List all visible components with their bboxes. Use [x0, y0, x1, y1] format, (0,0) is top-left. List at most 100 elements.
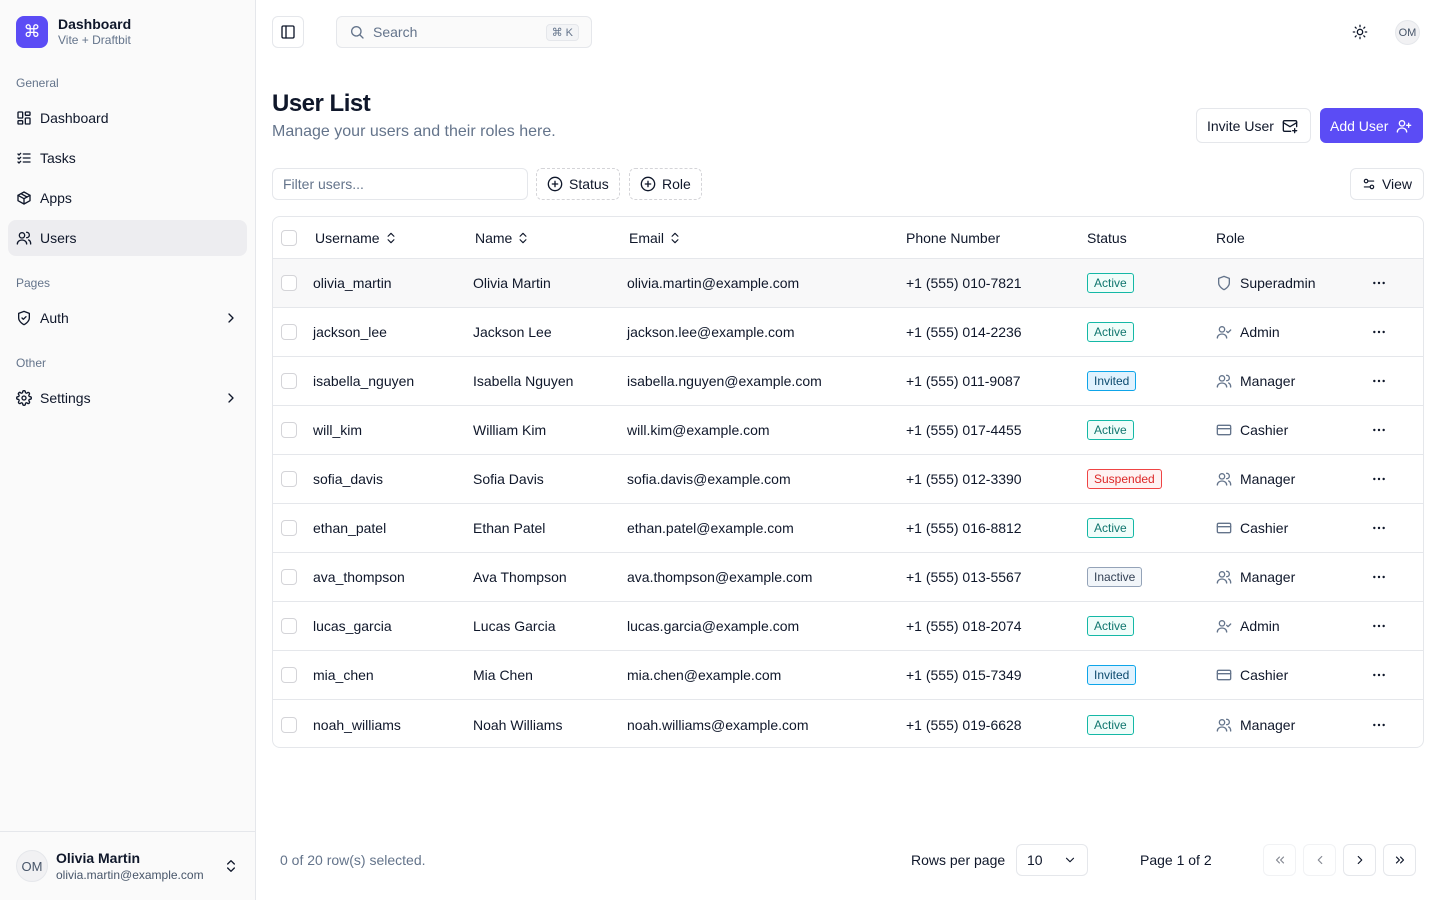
table-row[interactable]: isabella_nguyen Isabella Nguyen isabella.n…: [273, 357, 1423, 406]
account-switcher[interactable]: OM Olivia Martin olivia.martin@example.c…: [0, 831, 255, 900]
brand-title: Dashboard: [58, 16, 132, 32]
table-row[interactable]: ethan_patel Ethan Patel ethan.patel@exampl…: [273, 504, 1423, 553]
row-actions-button[interactable]: [1367, 614, 1391, 638]
column-header-email[interactable]: Email: [629, 217, 682, 258]
search-shortcut: ⌘ K: [545, 23, 579, 41]
column-header-username[interactable]: Username: [315, 217, 398, 258]
sidebar-item-dashboard[interactable]: Dashboard: [8, 100, 247, 136]
sidebar-item-users[interactable]: Users: [8, 220, 247, 256]
cell-username: olivia_martin: [313, 275, 392, 291]
search-icon: [351, 26, 364, 39]
row-checkbox[interactable]: [281, 618, 297, 634]
filter-users-input[interactable]: [272, 168, 528, 200]
row-actions-button[interactable]: [1367, 271, 1391, 295]
next-page-button[interactable]: [1343, 844, 1376, 876]
row-actions-button[interactable]: [1367, 418, 1391, 442]
row-actions-cell: [1367, 308, 1391, 356]
row-checkbox[interactable]: [281, 324, 297, 340]
row-checkbox[interactable]: [281, 569, 297, 585]
nav-group-pages: Pages: [16, 276, 51, 290]
table-header: Username Name Email Phone Number Status …: [273, 217, 1423, 259]
search-input[interactable]: Search ⌘ K: [336, 16, 592, 48]
row-checkbox[interactable]: [281, 471, 297, 487]
table-row[interactable]: will_kim William Kim will.kim@example.com +…: [273, 406, 1423, 455]
sidebar-item-settings[interactable]: Settings: [8, 380, 247, 416]
table-row[interactable]: noah_williams Noah Williams noah.williams@…: [273, 700, 1423, 747]
gear-icon: [16, 390, 32, 406]
cell-role: Cashier: [1216, 651, 1288, 699]
plus-circle-icon: [640, 176, 656, 192]
sidebar-item-apps[interactable]: Apps: [8, 180, 247, 216]
first-page-button[interactable]: [1263, 844, 1296, 876]
cell-phone: +1 (555) 013-5567: [906, 569, 1022, 585]
view-options-button[interactable]: View: [1350, 168, 1424, 200]
cell-name: Lucas Garcia: [473, 618, 556, 634]
row-checkbox[interactable]: [281, 520, 297, 536]
table-row[interactable]: lucas_garcia Lucas Garcia lucas.garcia@exa…: [273, 602, 1423, 651]
user-plus-icon: [1397, 119, 1412, 133]
row-checkbox[interactable]: [281, 667, 297, 683]
status-filter-button[interactable]: Status: [536, 168, 620, 200]
row-checkbox[interactable]: [281, 716, 297, 733]
row-actions-button[interactable]: [1367, 467, 1391, 491]
row-checkbox[interactable]: [281, 373, 297, 389]
sidebar-item-auth[interactable]: Auth: [8, 300, 247, 336]
brand[interactable]: ⌘ Dashboard Vite + Draftbit: [16, 16, 131, 48]
row-actions-button[interactable]: [1367, 565, 1391, 589]
rows-per-page-select[interactable]: 10: [1016, 844, 1088, 876]
more-horizontal-icon: [1373, 723, 1385, 726]
profile-avatar[interactable]: OM: [1395, 20, 1420, 45]
cell-email: will.kim@example.com: [627, 422, 770, 438]
row-checkbox[interactable]: [281, 275, 297, 291]
role-label: Manager: [1240, 373, 1296, 389]
cell-phone: +1 (555) 018-2074: [906, 618, 1022, 634]
package-icon: [17, 191, 31, 205]
row-actions-button[interactable]: [1367, 369, 1391, 393]
table-row[interactable]: sofia_davis Sofia Davis sofia.davis@exampl…: [273, 455, 1423, 504]
cell-status: Active: [1087, 504, 1134, 552]
last-page-button[interactable]: [1383, 844, 1416, 876]
cell-email: lucas.garcia@example.com: [627, 618, 800, 634]
add-user-button[interactable]: Add User: [1320, 108, 1423, 143]
row-select-cell: [281, 553, 297, 601]
table-row[interactable]: ava_thompson Ava Thompson ava.thompson@exa…: [273, 553, 1423, 602]
table-row[interactable]: jackson_lee Jackson Lee jackson.lee@exampl…: [273, 308, 1423, 357]
row-actions-button[interactable]: [1367, 320, 1391, 344]
sidebar-item-label: Auth: [40, 310, 69, 326]
row-actions-button[interactable]: [1367, 713, 1391, 737]
role-filter-button[interactable]: Role: [629, 168, 702, 200]
chevrons-left-icon: [1275, 856, 1284, 864]
cell-role: Manager: [1216, 700, 1295, 747]
cell-status: Active: [1087, 308, 1134, 356]
chevron-down-icon: [1065, 857, 1075, 863]
sun-icon: [1352, 24, 1368, 40]
table-body: olivia_martin Olivia Martin olivia.martin@…: [273, 259, 1423, 747]
select-all-checkbox[interactable]: [281, 229, 297, 246]
role-label: Manager: [1240, 569, 1296, 585]
more-horizontal-icon: [1373, 379, 1385, 383]
row-select-cell: [281, 700, 297, 747]
status-badge: Invited: [1087, 665, 1137, 685]
theme-toggle-button[interactable]: [1348, 20, 1372, 44]
sort-icon: [519, 232, 527, 243]
row-actions-cell: [1367, 259, 1391, 307]
role-label: Manager: [1240, 471, 1296, 487]
sidebar-item-tasks[interactable]: Tasks: [8, 140, 247, 176]
row-actions-button[interactable]: [1367, 663, 1391, 687]
status-badge: Active: [1087, 518, 1134, 538]
table-row[interactable]: olivia_martin Olivia Martin olivia.martin@…: [273, 259, 1423, 308]
chevron-right-icon: [228, 393, 234, 403]
sidebar-toggle-button[interactable]: [272, 16, 304, 48]
row-checkbox[interactable]: [281, 422, 297, 438]
role-label: Cashier: [1240, 422, 1289, 438]
table-row[interactable]: mia_chen Mia Chen mia.chen@example.com +1 (…: [273, 651, 1423, 700]
row-actions-button[interactable]: [1367, 516, 1391, 540]
status-badge: Suspended: [1087, 469, 1162, 489]
column-header-name[interactable]: Name: [475, 217, 530, 258]
invite-user-button[interactable]: Invite User: [1196, 108, 1311, 143]
previous-page-button[interactable]: [1303, 844, 1336, 876]
users-icon: [1216, 570, 1232, 584]
sidebar-item-label: Dashboard: [40, 110, 109, 126]
role-label: Superadmin: [1240, 275, 1316, 291]
cell-name: William Kim: [473, 422, 547, 438]
